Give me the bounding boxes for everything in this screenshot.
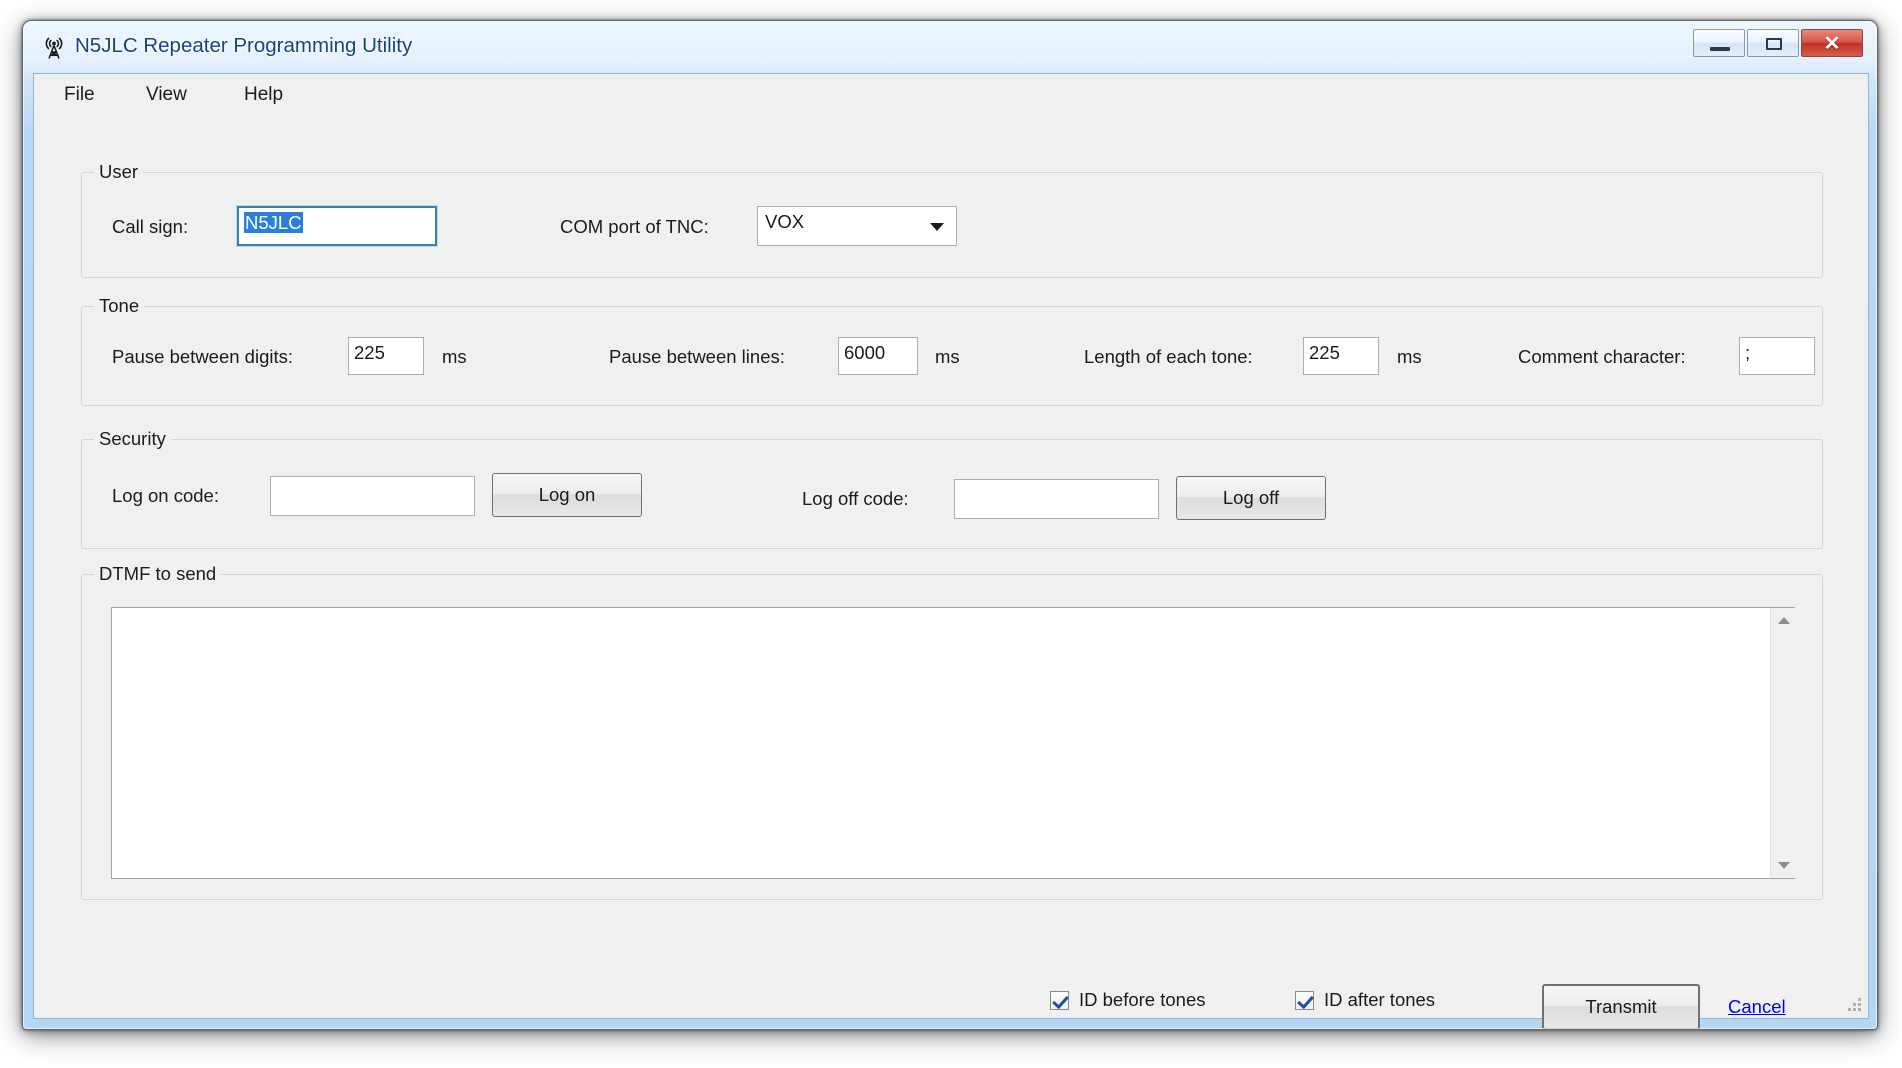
checkbox-icon-id-before[interactable] bbox=[1050, 990, 1069, 1010]
callsign-label: Call sign: bbox=[112, 216, 189, 237]
logoff-code-input[interactable] bbox=[954, 479, 1159, 519]
restore-icon bbox=[1766, 38, 1782, 50]
logon-code-input[interactable] bbox=[270, 476, 475, 516]
group-tone-label: Tone bbox=[94, 295, 145, 317]
pause-lines-label: Pause between lines: bbox=[609, 346, 785, 367]
transmit-button[interactable]: Transmit bbox=[1542, 984, 1700, 1030]
pause-lines-unit: ms bbox=[935, 346, 960, 367]
title-bar[interactable]: N5JLC Repeater Programming Utility ✕ bbox=[23, 21, 1877, 73]
tone-length-input[interactable]: 225 bbox=[1303, 337, 1379, 375]
cancel-link[interactable]: Cancel bbox=[1728, 996, 1786, 1018]
dtmf-scrollbar[interactable] bbox=[1770, 608, 1796, 878]
checkbox-icon-id-after[interactable] bbox=[1295, 990, 1314, 1010]
comport-label: COM port of TNC: bbox=[560, 216, 709, 237]
group-user: User Call sign: N5JLC COM port of TNC: V… bbox=[81, 161, 1823, 278]
pause-digits-unit: ms bbox=[442, 346, 467, 367]
group-dtmf: DTMF to send bbox=[81, 563, 1823, 900]
menu-bar: File View Help bbox=[34, 74, 1868, 112]
id-after-tones-label: ID after tones bbox=[1324, 989, 1436, 1010]
close-icon: ✕ bbox=[1823, 32, 1841, 55]
menu-item-view[interactable]: View bbox=[138, 82, 195, 108]
comment-char-input[interactable]: ; bbox=[1739, 337, 1815, 375]
comment-char-label: Comment character: bbox=[1518, 346, 1686, 367]
minimize-icon bbox=[1710, 47, 1730, 51]
group-user-label: User bbox=[94, 161, 144, 183]
callsign-selected-text: N5JLC bbox=[244, 212, 303, 233]
client-area: File View Help User Call sign: N5JLC COM… bbox=[33, 73, 1869, 1030]
tone-length-label: Length of each tone: bbox=[1084, 346, 1253, 367]
menu-item-help[interactable]: Help bbox=[236, 82, 291, 108]
logoff-code-label: Log off code: bbox=[802, 488, 909, 509]
desktop-background: N5JLC Repeater Programming Utility ✕ Fil… bbox=[0, 0, 1902, 1068]
dtmf-textarea[interactable] bbox=[111, 607, 1795, 879]
pause-digits-input[interactable]: 225 bbox=[348, 337, 424, 375]
callsign-input[interactable]: N5JLC bbox=[236, 205, 438, 247]
id-before-tones-checkbox[interactable]: ID before tones bbox=[1050, 989, 1206, 1011]
maximize-restore-button[interactable] bbox=[1747, 29, 1799, 57]
resize-grip[interactable] bbox=[1844, 995, 1862, 1013]
pause-lines-input[interactable]: 6000 bbox=[838, 337, 918, 375]
id-before-tones-label: ID before tones bbox=[1079, 989, 1206, 1010]
application-window: N5JLC Repeater Programming Utility ✕ Fil… bbox=[22, 20, 1878, 1030]
arrow-up-icon bbox=[1777, 617, 1790, 624]
group-security-label: Security bbox=[94, 428, 171, 450]
close-button[interactable]: ✕ bbox=[1801, 29, 1863, 57]
chevron-down-icon bbox=[930, 223, 944, 231]
logoff-button[interactable]: Log off bbox=[1176, 476, 1326, 520]
menu-item-file[interactable]: File bbox=[56, 82, 103, 108]
scroll-down-button[interactable] bbox=[1771, 853, 1796, 878]
logon-code-label: Log on code: bbox=[112, 485, 219, 506]
logon-button[interactable]: Log on bbox=[492, 473, 642, 517]
comport-selected-value: VOX bbox=[765, 211, 805, 232]
arrow-down-icon bbox=[1777, 862, 1790, 869]
minimize-button[interactable] bbox=[1693, 29, 1745, 57]
tone-length-unit: ms bbox=[1397, 346, 1422, 367]
window-title: N5JLC Repeater Programming Utility bbox=[75, 34, 413, 57]
pause-digits-label: Pause between digits: bbox=[112, 346, 294, 367]
antenna-tower-icon bbox=[41, 35, 67, 61]
scroll-up-button[interactable] bbox=[1771, 608, 1796, 633]
id-after-tones-checkbox[interactable]: ID after tones bbox=[1295, 989, 1435, 1011]
group-dtmf-label: DTMF to send bbox=[94, 563, 222, 585]
group-security: Security Log on code: Log on Log off cod… bbox=[81, 428, 1823, 549]
group-tone: Tone Pause between digits: 225 ms Pause … bbox=[81, 295, 1823, 406]
comport-select[interactable]: VOX bbox=[757, 206, 957, 246]
